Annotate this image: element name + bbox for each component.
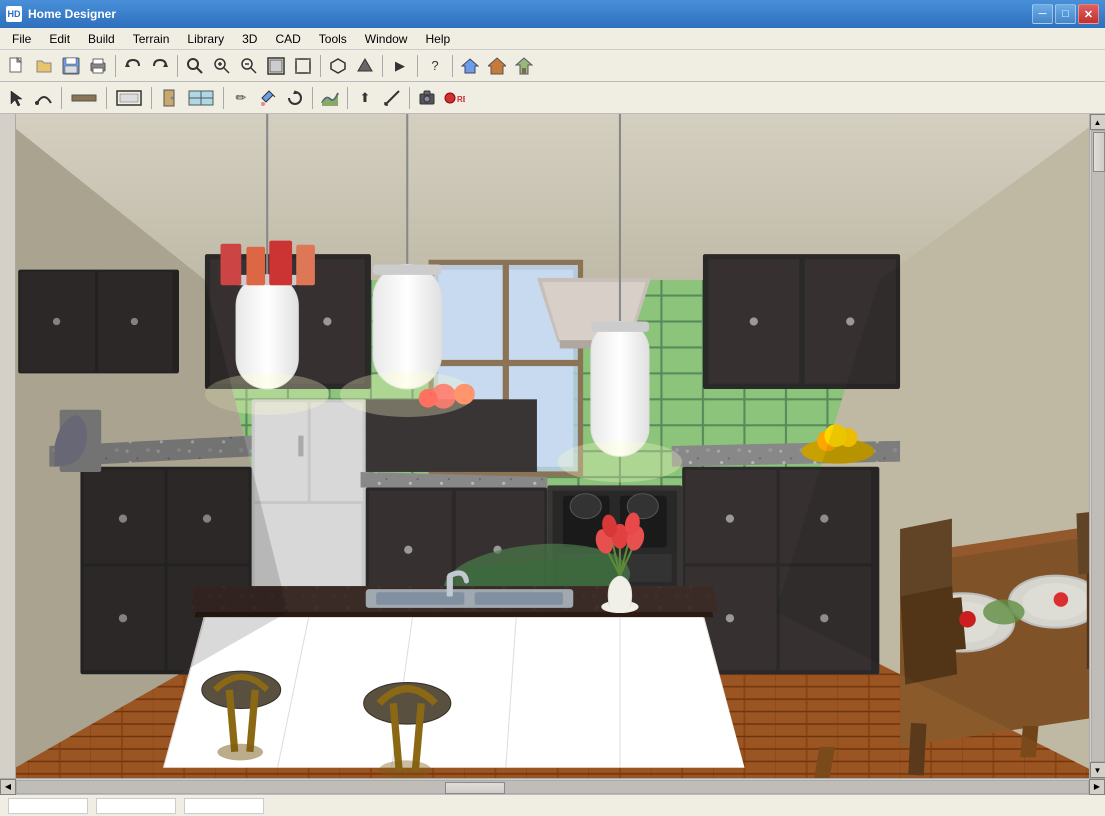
separator-5 [417,55,418,77]
status-bar [0,794,1105,816]
menu-file[interactable]: File [4,30,39,48]
window-tool-button[interactable] [183,85,219,111]
separator-t7 [409,87,410,109]
menu-build[interactable]: Build [80,30,123,48]
select-tool-button[interactable] [4,85,30,111]
h-scroll-track[interactable] [16,780,1089,794]
menu-3d[interactable]: 3D [234,30,265,48]
zoom-out-button[interactable] [236,53,262,79]
rotate-button[interactable] [282,85,308,111]
draw-arc-button[interactable] [31,85,57,111]
up-arrow-button[interactable] [352,53,378,79]
menu-edit[interactable]: Edit [41,30,78,48]
separator-t1 [61,87,62,109]
fit-all-button[interactable] [263,53,289,79]
separator-2 [177,55,178,77]
scroll-track[interactable] [1091,130,1105,762]
menu-bar: File Edit Build Terrain Library 3D CAD T… [0,28,1105,50]
minimize-button[interactable]: ─ [1032,4,1053,24]
help-button[interactable]: ? [422,53,448,79]
menu-window[interactable]: Window [357,30,416,48]
main-area: ▲ ▼ [0,114,1105,778]
scroll-down-arrow[interactable]: ▼ [1090,762,1105,778]
room-tool-button[interactable] [111,85,147,111]
view3d-button[interactable] [325,53,351,79]
maximize-button[interactable]: □ [1055,4,1076,24]
camera-button[interactable] [414,85,440,111]
separator-4 [382,55,383,77]
kitchen-scene [16,114,1089,778]
wall-tool-button[interactable] [66,85,102,111]
h-scroll-thumb[interactable] [445,782,505,794]
undo-button[interactable] [120,53,146,79]
app-title: Home Designer [28,7,1032,21]
menu-library[interactable]: Library [179,30,232,48]
menu-terrain[interactable]: Terrain [125,30,178,48]
separator-t2 [106,87,107,109]
open-button[interactable] [31,53,57,79]
right-scrollbar[interactable]: ▲ ▼ [1089,114,1105,778]
play-button[interactable]: ▶ [387,53,413,79]
record-button[interactable]: REC [441,85,467,111]
save-button[interactable] [58,53,84,79]
fit-window-button[interactable] [290,53,316,79]
svg-text:REC: REC [457,95,465,104]
scroll-left-arrow[interactable]: ◀ [0,779,16,795]
redo-button[interactable] [147,53,173,79]
separator-6 [452,55,453,77]
separator-t5 [312,87,313,109]
close-button[interactable]: ✕ [1078,4,1099,24]
window-controls: ─ □ ✕ [1032,4,1099,24]
separator-t4 [223,87,224,109]
app-icon: HD [6,6,22,22]
scroll-thumb[interactable] [1093,132,1105,172]
separator-1 [115,55,116,77]
separator-t3 [151,87,152,109]
home-view-button[interactable] [457,53,483,79]
menu-tools[interactable]: Tools [311,30,355,48]
separator-3 [320,55,321,77]
edit-tool-button[interactable]: ✏ [228,85,254,111]
menu-help[interactable]: Help [417,30,458,48]
print-button[interactable] [85,53,111,79]
scroll-right-arrow[interactable]: ▶ [1089,779,1105,795]
title-bar: HD Home Designer ─ □ ✕ [0,0,1105,28]
toolbar-tools: ✏ ⬆ REC [0,82,1105,114]
stairs-button[interactable]: ⬆ [352,85,378,111]
zoom-in-button[interactable] [209,53,235,79]
viewport[interactable] [16,114,1089,778]
scroll-up-arrow[interactable]: ▲ [1090,114,1105,130]
separator-t6 [347,87,348,109]
menu-cad[interactable]: CAD [267,30,308,48]
measure-button[interactable] [379,85,405,111]
new-button[interactable] [4,53,30,79]
paint-tool-button[interactable] [255,85,281,111]
roof-button[interactable] [484,53,510,79]
terrain-tool-button[interactable] [317,85,343,111]
bottom-scrollbar[interactable]: ◀ ▶ [0,778,1105,794]
left-ruler [0,114,16,778]
door-tool-button[interactable] [156,85,182,111]
house-3d-button[interactable] [511,53,537,79]
find-button[interactable] [182,53,208,79]
toolbar-main: ▶ ? [0,50,1105,82]
